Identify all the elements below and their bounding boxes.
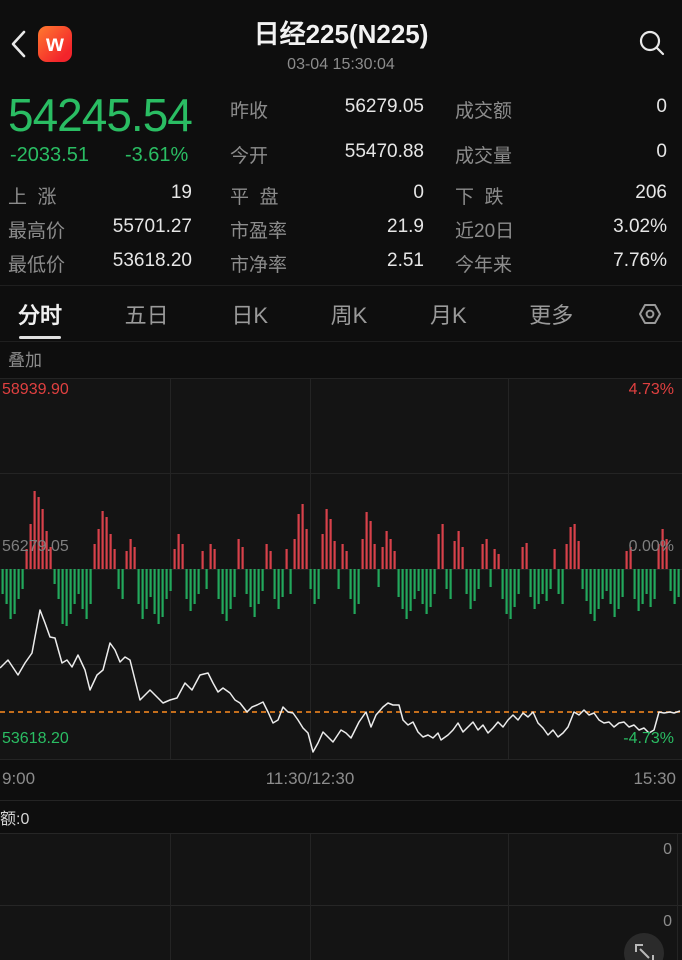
stat-unchanged: 平 盘0 <box>230 182 424 208</box>
stock-detail-page: w 日经225(N225) 03-04 15:30:04 54245.54 -2… <box>0 0 682 960</box>
stat-ytd: 今年来 7.76% <box>455 250 667 276</box>
axis-low-pct: -4.73% <box>623 730 674 747</box>
sub-chart-label: 额:0 <box>0 811 30 828</box>
field-label: 今开 <box>230 146 269 167</box>
time-label-close: 15:30 <box>633 769 676 788</box>
time-label-open: 9:00 <box>2 769 36 788</box>
axis-low-price: 53618.20 <box>2 730 69 747</box>
volume-sub-chart[interactable]: 0 0 <box>0 833 682 960</box>
sub-axis-zero-2: 0 <box>663 913 672 930</box>
sub-chart-canvas <box>0 833 682 960</box>
tab-5day[interactable]: 五日 <box>125 284 169 344</box>
stat-high: 最高价 55701.27 <box>8 216 192 242</box>
expand-arrows-icon <box>635 944 654 960</box>
quote-block: 54245.54 -2033.51 -3.61% 昨收 56279.05 成交额… <box>0 88 682 180</box>
stat-decliners: 下 跌 206 <box>455 182 667 208</box>
fullscreen-button[interactable] <box>624 933 664 960</box>
hexagon-settings-icon <box>638 303 661 324</box>
time-axis: 9:00 11:30/12:30 15:30 <box>0 760 682 801</box>
minute-chart-canvas <box>0 378 682 760</box>
sub-axis-zero-1: 0 <box>663 841 672 858</box>
field-value: 0 <box>656 96 667 117</box>
chart-tab-bar: 分时 五日 日K 周K 月K 更多 <box>0 285 682 342</box>
axis-high-price: 58939.90 <box>2 381 69 398</box>
field-label: 成交额 <box>455 101 513 122</box>
field-value: 0 <box>656 141 667 162</box>
change-row: -2033.51 -3.61% <box>10 144 188 167</box>
search-button[interactable] <box>636 28 668 60</box>
field-volume: 成交量 0 <box>455 141 667 168</box>
minute-chart[interactable]: 58939.90 4.73% 56279.05 0.00% 53618.20 -… <box>0 378 682 760</box>
page-title: 日经225(N225) <box>253 19 429 49</box>
field-label: 成交量 <box>455 146 513 167</box>
search-icon <box>639 30 665 56</box>
axis-zero-pct: 0.00% <box>628 538 674 555</box>
header: w 日经225(N225) 03-04 15:30:04 <box>0 0 682 88</box>
stat-advancers: 上 涨 19 <box>8 182 192 208</box>
overlay-toggle[interactable]: 叠加 <box>8 346 42 371</box>
tab-more[interactable]: 更多 <box>529 284 573 344</box>
field-value: 56279.05 <box>344 96 424 117</box>
stat-20day: 近20日 3.02% <box>455 216 667 242</box>
time-label-break: 11:30/12:30 <box>265 769 355 788</box>
axis-prev-close: 56279.05 <box>2 538 69 555</box>
field-turnover: 成交额 0 <box>455 96 667 123</box>
stat-pe: 市盈率 21.9 <box>230 216 424 242</box>
axis-high-pct: 4.73% <box>628 381 674 398</box>
stat-pb: 市净率 2.51 <box>230 250 424 276</box>
quote-timestamp: 03-04 15:30:04 <box>287 56 395 73</box>
tab-daily-k[interactable]: 日K <box>231 284 268 344</box>
last-price: 54245.54 <box>8 89 193 141</box>
tab-minute[interactable]: 分时 <box>18 284 62 344</box>
change-percent: -3.61% <box>124 144 189 166</box>
tab-monthly-k[interactable]: 月K <box>430 284 467 344</box>
active-tab-underline <box>19 335 61 339</box>
field-value: 55470.88 <box>344 141 424 162</box>
field-open: 今开 55470.88 <box>230 141 424 168</box>
change-value: -2033.51 <box>10 144 89 166</box>
chart-settings-button[interactable] <box>636 300 664 328</box>
stats-grid: 上 涨 19 平 盘0 下 跌 206 最高价 55701.27 市盈率 21.9 近2… <box>0 180 682 284</box>
stat-low: 最低价 53618.20 <box>8 250 192 276</box>
tab-weekly-k[interactable]: 周K <box>331 284 368 344</box>
field-label: 昨收 <box>230 101 269 122</box>
field-prev-close: 昨收 56279.05 <box>230 96 424 123</box>
